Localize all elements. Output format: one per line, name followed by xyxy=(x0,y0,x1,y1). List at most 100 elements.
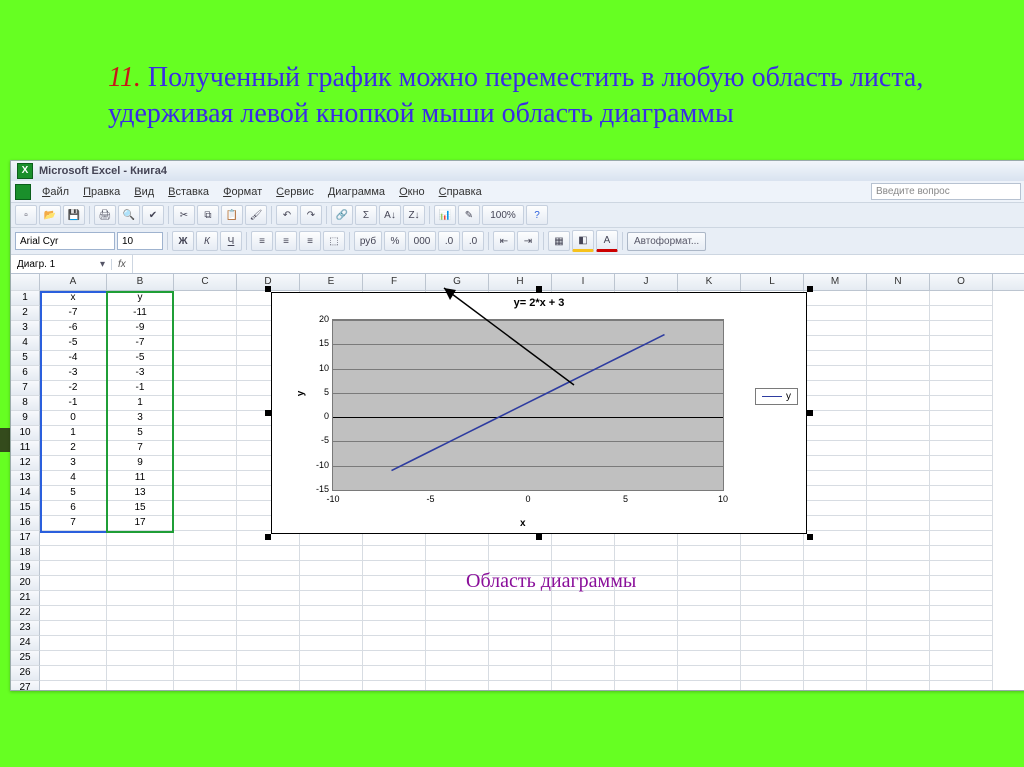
underline-button[interactable]: Ч xyxy=(220,231,242,251)
cell[interactable] xyxy=(615,621,678,636)
cell[interactable] xyxy=(300,606,363,621)
cell[interactable] xyxy=(867,456,930,471)
cell[interactable] xyxy=(804,381,867,396)
cell[interactable]: -9 xyxy=(107,321,174,336)
cell[interactable] xyxy=(930,351,993,366)
font-size-select[interactable]: 10 xyxy=(117,232,163,250)
cell[interactable] xyxy=(552,621,615,636)
cell[interactable] xyxy=(107,651,174,666)
cell[interactable] xyxy=(174,576,237,591)
cell[interactable] xyxy=(300,591,363,606)
cell[interactable] xyxy=(174,336,237,351)
copy-icon[interactable]: ⧉ xyxy=(197,205,219,225)
cell[interactable] xyxy=(930,516,993,531)
cell[interactable] xyxy=(552,546,615,561)
cell[interactable] xyxy=(363,666,426,681)
cell[interactable] xyxy=(804,291,867,306)
cell[interactable] xyxy=(930,291,993,306)
sort-asc-icon[interactable]: A↓ xyxy=(379,205,401,225)
cell[interactable] xyxy=(930,381,993,396)
borders-icon[interactable]: ▦ xyxy=(548,231,570,251)
cell[interactable] xyxy=(804,576,867,591)
cell[interactable] xyxy=(867,591,930,606)
cell[interactable] xyxy=(174,471,237,486)
menu-формат[interactable]: Формат xyxy=(216,184,269,200)
cell[interactable]: 9 xyxy=(107,456,174,471)
redo-icon[interactable]: ↷ xyxy=(300,205,322,225)
cell[interactable]: 1 xyxy=(107,396,174,411)
cell[interactable] xyxy=(678,561,741,576)
cell[interactable]: 11 xyxy=(107,471,174,486)
cell[interactable] xyxy=(930,486,993,501)
cell[interactable] xyxy=(40,651,107,666)
cell[interactable]: -7 xyxy=(40,306,107,321)
dec-indent-icon[interactable]: ⇤ xyxy=(493,231,515,251)
menu-справка[interactable]: Справка xyxy=(432,184,489,200)
cell[interactable] xyxy=(174,321,237,336)
cell[interactable] xyxy=(930,336,993,351)
cell[interactable] xyxy=(426,546,489,561)
cell[interactable] xyxy=(804,321,867,336)
cell[interactable] xyxy=(237,681,300,690)
cell[interactable]: -1 xyxy=(107,381,174,396)
row-header[interactable]: 17 xyxy=(11,531,40,546)
row-header[interactable]: 11 xyxy=(11,441,40,456)
cell[interactable] xyxy=(804,471,867,486)
cell[interactable] xyxy=(489,546,552,561)
cell[interactable] xyxy=(40,621,107,636)
cell[interactable] xyxy=(426,666,489,681)
legend[interactable]: y xyxy=(755,388,798,405)
cell[interactable] xyxy=(107,606,174,621)
cell[interactable] xyxy=(552,666,615,681)
cell[interactable] xyxy=(930,471,993,486)
cell[interactable] xyxy=(741,621,804,636)
cell[interactable] xyxy=(804,651,867,666)
align-left-icon[interactable]: ≡ xyxy=(251,231,273,251)
cell[interactable] xyxy=(40,636,107,651)
col-header-E[interactable]: E xyxy=(300,274,363,290)
cell[interactable] xyxy=(300,666,363,681)
cell[interactable] xyxy=(426,681,489,690)
cell[interactable] xyxy=(930,396,993,411)
cell[interactable] xyxy=(804,546,867,561)
row-header[interactable]: 26 xyxy=(11,666,40,681)
cell[interactable] xyxy=(363,576,426,591)
cell[interactable] xyxy=(678,606,741,621)
cell[interactable] xyxy=(615,651,678,666)
col-header-O[interactable]: O xyxy=(930,274,993,290)
cell[interactable] xyxy=(489,621,552,636)
cell[interactable] xyxy=(40,576,107,591)
row-header[interactable]: 20 xyxy=(11,576,40,591)
row-header[interactable]: 1 xyxy=(11,291,40,306)
cell[interactable] xyxy=(678,546,741,561)
cell[interactable]: y xyxy=(107,291,174,306)
cell[interactable] xyxy=(741,576,804,591)
cell[interactable] xyxy=(489,666,552,681)
cell[interactable] xyxy=(741,651,804,666)
cell[interactable] xyxy=(300,546,363,561)
cell[interactable] xyxy=(678,666,741,681)
drawing-icon[interactable]: ✎ xyxy=(458,205,480,225)
cell[interactable] xyxy=(804,336,867,351)
cell[interactable] xyxy=(489,606,552,621)
cell[interactable] xyxy=(867,621,930,636)
cell[interactable] xyxy=(107,636,174,651)
cell[interactable] xyxy=(867,681,930,690)
cell[interactable] xyxy=(930,546,993,561)
cell[interactable] xyxy=(867,381,930,396)
cell[interactable] xyxy=(867,441,930,456)
cell[interactable] xyxy=(40,591,107,606)
cell[interactable] xyxy=(174,621,237,636)
cell[interactable] xyxy=(300,621,363,636)
col-header-I[interactable]: I xyxy=(552,274,615,290)
cell[interactable] xyxy=(867,426,930,441)
thousands-icon[interactable]: 000 xyxy=(408,231,436,251)
cell[interactable] xyxy=(174,636,237,651)
cell[interactable] xyxy=(867,546,930,561)
col-header-N[interactable]: N xyxy=(867,274,930,290)
cell[interactable] xyxy=(741,681,804,690)
menu-диаграмма[interactable]: Диаграмма xyxy=(321,184,392,200)
inc-indent-icon[interactable]: ⇥ xyxy=(517,231,539,251)
col-header-A[interactable]: A xyxy=(40,274,107,290)
cell[interactable] xyxy=(300,576,363,591)
